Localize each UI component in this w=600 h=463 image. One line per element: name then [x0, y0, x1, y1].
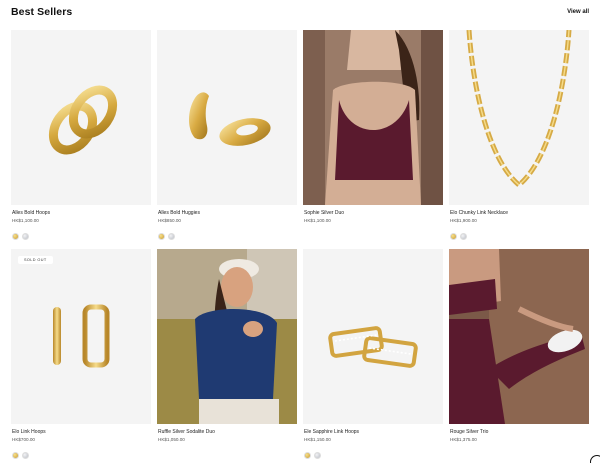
gold-swatch[interactable]: [450, 233, 457, 240]
product-price: HK$700.00: [12, 437, 35, 442]
product-image[interactable]: [157, 30, 297, 205]
product-price: HK$1,375.00: [450, 437, 477, 442]
product-card[interactable]: Elo Chunky Link Necklace HK$1,900.00: [449, 30, 589, 240]
product-name[interactable]: Ele Sapphire Link Hoops: [304, 429, 359, 435]
product-price: HK$1,100.00: [12, 218, 39, 223]
product-name[interactable]: Alles Bold Hoops: [12, 210, 50, 216]
color-swatches: [12, 446, 32, 459]
product-price: HK$1,050.00: [158, 437, 185, 442]
silver-swatch[interactable]: [168, 233, 175, 240]
product-image[interactable]: SOLD OUT: [11, 249, 151, 424]
product-image[interactable]: [303, 249, 443, 424]
product-card[interactable]: Alles Bold Hoops HK$1,100.00: [11, 30, 151, 240]
model-photo-image: [449, 249, 589, 424]
section-title: Best Sellers: [11, 6, 73, 18]
product-card[interactable]: Rouge Silver Trio HK$1,375.00: [449, 249, 589, 442]
product-price: HK$1,150.00: [304, 437, 331, 442]
sapphire-hoops-image: [328, 326, 418, 368]
silver-swatch[interactable]: [22, 233, 29, 240]
color-swatches: [12, 227, 32, 240]
product-name[interactable]: Alles Bold Huggies: [158, 210, 200, 216]
sold-out-badge: SOLD OUT: [18, 256, 53, 264]
product-price: HK$1,900.00: [450, 218, 477, 223]
gold-swatch[interactable]: [12, 452, 19, 459]
section-header: Best Sellers View all: [11, 6, 591, 20]
silver-swatch[interactable]: [22, 452, 29, 459]
product-name[interactable]: Elo Link Hoops: [12, 429, 46, 435]
product-name[interactable]: Elo Chunky Link Necklace: [450, 210, 508, 216]
product-price: HK$850.00: [158, 218, 181, 223]
product-name[interactable]: Ruffle Silver Sodalite Duo: [158, 429, 215, 435]
silver-swatch[interactable]: [460, 233, 467, 240]
gold-swatch[interactable]: [158, 233, 165, 240]
product-image[interactable]: [11, 30, 151, 205]
color-swatches: [304, 446, 324, 459]
product-price: HK$1,100.00: [304, 218, 331, 223]
link-hoops-image: [53, 304, 110, 368]
chain-necklace-image: [466, 30, 572, 189]
gold-swatch[interactable]: [12, 233, 19, 240]
model-photo-image: [303, 30, 443, 205]
gold-swatch[interactable]: [304, 452, 311, 459]
product-name[interactable]: Rouge Silver Trio: [450, 429, 488, 435]
silver-swatch[interactable]: [314, 452, 321, 459]
product-name[interactable]: Sophie Silver Duo: [304, 210, 344, 216]
product-card[interactable]: SOLD OUT Elo Link Hoops HK$700.00: [11, 249, 151, 459]
product-card[interactable]: Ruffle Silver Sodalite Duo HK$1,050.00: [157, 249, 297, 442]
product-image[interactable]: [303, 30, 443, 205]
color-swatches: [158, 227, 178, 240]
color-swatches: [450, 227, 470, 240]
product-image[interactable]: [157, 249, 297, 424]
model-photo-image: [157, 249, 297, 424]
product-image[interactable]: [449, 30, 589, 205]
gold-huggies-image: [189, 92, 271, 146]
product-image[interactable]: [449, 249, 589, 424]
product-card[interactable]: Alles Bold Huggies HK$850.00: [157, 30, 297, 240]
loading-spinner-icon: [590, 455, 600, 463]
view-all-link[interactable]: View all: [567, 9, 589, 15]
product-card[interactable]: Sophie Silver Duo HK$1,100.00: [303, 30, 443, 223]
gold-hoops-image: [48, 85, 118, 155]
product-card[interactable]: Ele Sapphire Link Hoops HK$1,150.00: [303, 249, 443, 459]
